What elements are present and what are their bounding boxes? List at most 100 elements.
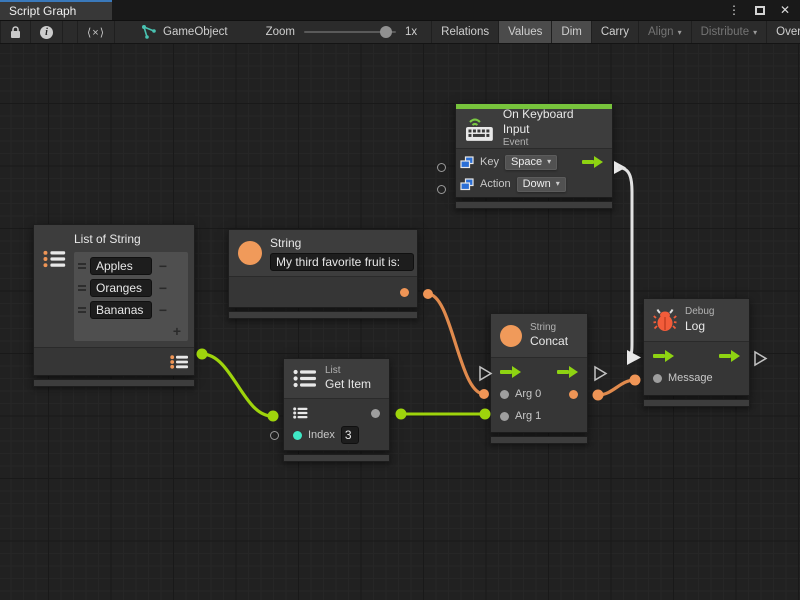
index-input[interactable] [341,426,359,444]
wire-concat-to-log[interactable] [598,380,635,395]
list-item-input[interactable] [90,279,152,297]
toolbar-button-dim[interactable]: Dim [552,21,591,43]
log-flow-out-hollow-arrow[interactable] [755,352,766,365]
item-output-port[interactable] [371,409,380,418]
close-icon[interactable]: ✕ [780,4,790,16]
edit-graph-button[interactable]: ⟨×⟩ [77,21,115,43]
zoom-slider[interactable] [304,31,396,33]
key-dropdown[interactable]: Space ▾ [505,155,557,170]
action-outer-port[interactable] [437,185,446,194]
gameobject-graph-icon [141,25,157,39]
chevron-down-icon: ▾ [556,179,560,188]
remove-item-button[interactable]: − [155,280,171,296]
node-subtitle: Debug [685,306,714,319]
list-item-input[interactable] [90,257,152,275]
flow-output-port[interactable] [582,156,603,168]
zoom-value: 1x [405,26,417,38]
string-output-port[interactable] [400,288,409,297]
wire-endpoint[interactable] [197,349,208,360]
node-on-keyboard-input[interactable]: On Keyboard Input Event Key Space ▾ [455,103,613,209]
node-debug-log[interactable]: Debug Log [643,298,750,407]
flow-input-port[interactable] [653,350,674,362]
tab-script-graph[interactable]: Script Graph [0,0,112,20]
arg0-label: Arg 0 [515,388,541,400]
flow-target-arrow[interactable] [627,350,641,365]
zoom-slider-handle[interactable] [380,26,392,38]
node-footer [643,399,750,407]
remove-item-button[interactable]: − [155,258,171,274]
index-input-port[interactable] [293,431,302,440]
result-output-port[interactable] [569,390,578,399]
list-output-port[interactable] [170,355,189,369]
list-item-input[interactable] [90,301,152,319]
arg0-input-port[interactable] [500,390,509,399]
concat-flow-out-hollow-arrow[interactable] [595,367,606,380]
menu-kebab-icon[interactable]: ⋮ [728,4,740,16]
toolbar-button-relations[interactable]: Relations [431,21,499,43]
node-subtitle: String [530,322,568,335]
wire-endpoint[interactable] [396,409,407,420]
node-get-item[interactable]: List Get Item [283,358,390,462]
arg1-input-port[interactable] [500,412,509,421]
node-title: Get Item [325,377,371,392]
list-item-row: − [77,277,185,299]
arg1-label: Arg 1 [515,410,541,422]
wire-flow-keyboard-to-log[interactable] [618,168,632,357]
node-list-of-string[interactable]: List of String − − [33,224,195,387]
wire-endpoint[interactable] [630,375,641,386]
node-string-literal[interactable]: String [228,229,418,319]
node-footer [33,379,195,387]
node-footer [455,201,613,209]
toolbar-button-values[interactable]: Values [499,21,552,43]
flow-output-port[interactable] [719,350,740,362]
chevron-down-icon: ▾ [678,28,682,37]
window-controls: ⋮ ✕ [728,0,800,20]
drag-handle-icon[interactable] [77,285,87,291]
node-subtitle: Event [503,137,603,150]
remove-item-button[interactable]: − [155,302,171,318]
node-concat[interactable]: String Concat [490,313,588,444]
wire-endpoint[interactable] [480,409,491,420]
list-editor: − − − [74,252,188,341]
node-subtitle: List [325,365,371,378]
node-footer [490,436,588,444]
info-icon: i [40,26,53,39]
drag-handle-icon[interactable] [77,263,87,269]
lock-button[interactable] [0,21,31,43]
maximize-icon[interactable] [755,6,765,15]
tab-bar: Script Graph ⋮ ✕ [0,0,800,20]
toolbar-button-overview[interactable]: Overview [767,21,800,43]
drag-handle-icon[interactable] [77,307,87,313]
key-port-label: Key [480,156,499,168]
wire-list-to-getitem[interactable] [202,354,272,416]
key-outer-port[interactable] [437,163,446,172]
inspect-button[interactable]: i [31,21,63,43]
node-title: Concat [530,334,568,349]
list-input-port[interactable] [293,407,308,419]
list-icon [43,248,66,270]
flow-input-port[interactable] [500,366,521,378]
toolbar-button-carry[interactable]: Carry [592,21,639,43]
flow-output-port[interactable] [557,366,578,378]
graph-canvas[interactable]: On Keyboard Input Event Key Space ▾ [0,44,800,600]
wire-string-to-concat[interactable] [428,294,484,394]
string-value-input[interactable] [270,253,414,271]
message-label: Message [668,372,713,384]
wire-endpoint[interactable] [479,389,489,399]
index-label: Index [308,429,335,441]
wire-endpoint[interactable] [423,289,433,299]
wire-endpoint[interactable] [268,411,279,422]
action-dropdown[interactable]: Down ▾ [517,177,566,192]
gameobject-context[interactable]: GameObject [131,21,238,43]
message-input-port[interactable] [653,374,662,383]
flow-source-arrow[interactable] [614,161,626,174]
bug-icon [653,309,677,332]
index-outer-port[interactable] [270,431,279,440]
gameobject-label: GameObject [163,26,228,38]
action-port-label: Action [480,178,511,190]
add-item-button[interactable]: + [169,323,185,339]
string-type-icon [238,241,262,265]
toolbar-button-distribute[interactable]: Distribute ▾ [692,21,768,43]
toolbar-button-align[interactable]: Align ▾ [639,21,692,43]
wire-endpoint[interactable] [593,390,604,401]
